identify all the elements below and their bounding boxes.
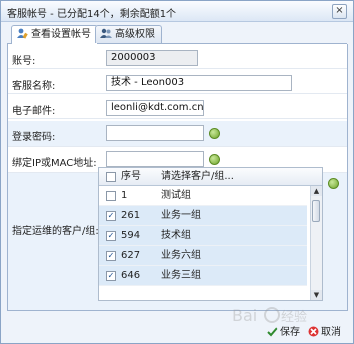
users-icon <box>100 28 112 38</box>
row-id: 627 <box>121 250 141 261</box>
account-label: 账号: <box>12 56 36 67</box>
password-label: 登录密码: <box>12 132 56 143</box>
close-button[interactable]: × <box>332 4 347 19</box>
row-id: 261 <box>121 210 141 221</box>
help-icon[interactable] <box>209 128 220 139</box>
groups-label: 指定运维的客户/组: <box>12 226 99 237</box>
table-row[interactable]: ✓ 594 技术组 <box>99 226 307 246</box>
bind-field[interactable] <box>106 151 204 167</box>
tab-label: 查看设置帐号 <box>31 29 91 40</box>
email-field[interactable]: leonli@kdt.com.cn <box>106 100 204 116</box>
save-button[interactable]: 保存 <box>267 323 300 338</box>
row-name: 业务六组 <box>161 250 201 261</box>
password-field[interactable] <box>106 125 204 141</box>
name-header: 请选择客户/组... <box>161 171 234 182</box>
title-bar[interactable]: 客服帐号 - 已分配14个，剩余配额1个 × <box>1 1 353 22</box>
grid-header: 序号 请选择客户/组... <box>99 168 322 186</box>
row-id: 1 <box>121 190 128 201</box>
row-account: 账号: 2000003 <box>8 48 347 69</box>
cs-name-field[interactable]: 技术 - Leon003 <box>106 75 292 91</box>
group-grid: 序号 请选择客户/组... 1 测试组 ✓ 261 业务一组 ✓ 594 技术组 ✓ 627 业务六… <box>98 167 323 301</box>
row-cs-name: 客服名称: 技术 - Leon003 <box>8 73 347 94</box>
bind-label: 绑定IP或MAC地址: <box>12 158 97 169</box>
cancel-icon <box>308 326 319 337</box>
row-password: 登录密码: <box>8 121 347 147</box>
dialog-footer: 保存 取消 <box>1 315 353 343</box>
scroll-up-icon[interactable]: ▲ <box>311 186 322 196</box>
account-field[interactable]: 2000003 <box>106 50 198 66</box>
help-icon[interactable] <box>328 178 339 189</box>
tab-view-account[interactable]: 查看设置帐号 <box>11 25 98 44</box>
row-name: 业务一组 <box>161 210 201 221</box>
table-row[interactable]: ✓ 261 业务一组 <box>99 206 307 226</box>
help-icon[interactable] <box>209 154 220 165</box>
cs-name-label: 客服名称: <box>12 81 56 92</box>
dialog-title: 客服帐号 - 已分配14个，剩余配额1个 <box>7 9 177 20</box>
row-name: 技术组 <box>161 230 191 241</box>
table-row[interactable]: 1 测试组 <box>99 186 307 206</box>
scroll-down-icon[interactable]: ▼ <box>311 290 322 300</box>
seq-header: 序号 <box>121 171 141 182</box>
table-row[interactable]: ✓ 627 业务六组 <box>99 246 307 266</box>
tab-advanced-permissions[interactable]: 高级权限 <box>95 25 162 43</box>
row-checkbox[interactable]: ✓ <box>106 211 116 221</box>
row-checkbox[interactable]: ✓ <box>106 271 116 281</box>
row-checkbox[interactable] <box>106 191 116 201</box>
scroll-thumb[interactable] <box>312 200 320 222</box>
account-dialog: 客服帐号 - 已分配14个，剩余配额1个 × 查看设置帐号 高级权限 账号: 2… <box>0 0 354 344</box>
row-id: 646 <box>121 270 141 281</box>
row-email: 电子邮件: leonli@kdt.com.cn <box>8 98 347 119</box>
row-name: 测试组 <box>161 190 191 201</box>
tab-label: 高级权限 <box>115 29 155 40</box>
email-label: 电子邮件: <box>12 106 56 117</box>
check-icon <box>267 327 278 337</box>
row-name: 业务三组 <box>161 270 201 281</box>
table-row[interactable]: ✓ 646 业务三组 <box>99 266 307 286</box>
select-all-checkbox[interactable] <box>106 172 116 182</box>
save-label: 保存 <box>280 327 300 338</box>
row-checkbox[interactable]: ✓ <box>106 251 116 261</box>
grid-scrollbar[interactable]: ▲ ▼ <box>310 186 322 300</box>
tab-bar: 查看设置帐号 高级权限 <box>7 25 347 44</box>
cancel-button[interactable]: 取消 <box>308 323 341 338</box>
user-edit-icon <box>17 28 28 39</box>
row-checkbox[interactable]: ✓ <box>106 231 116 241</box>
row-id: 594 <box>121 230 141 241</box>
cancel-label: 取消 <box>321 327 341 338</box>
